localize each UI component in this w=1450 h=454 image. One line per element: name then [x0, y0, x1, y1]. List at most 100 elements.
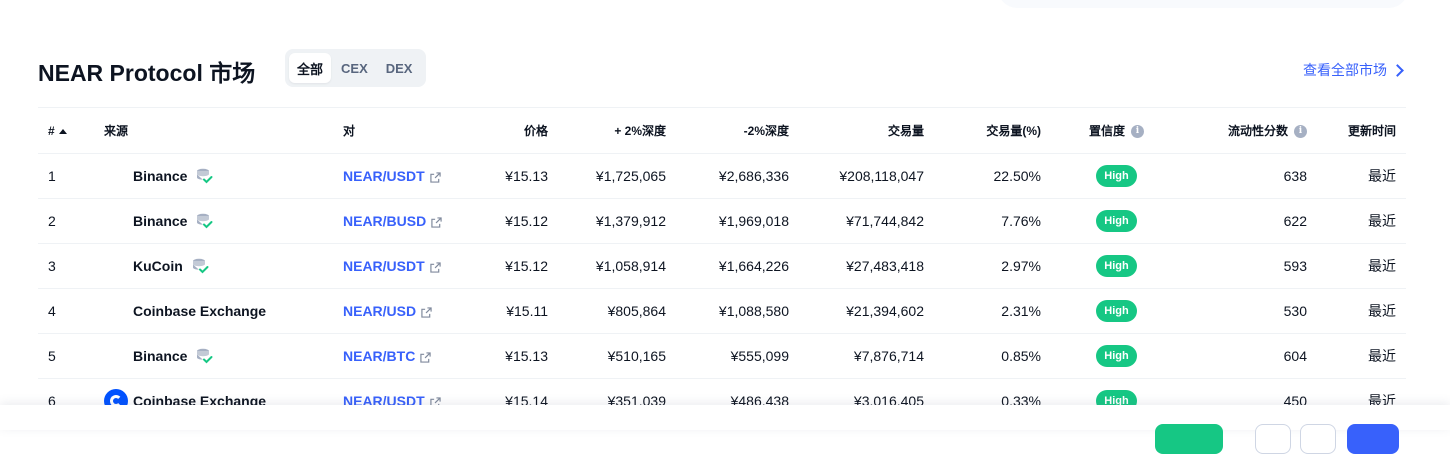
pair-link[interactable]: NEAR/BTC [343, 348, 415, 364]
tab-cex[interactable]: CEX [333, 53, 376, 83]
bottom-primary-button[interactable] [1347, 424, 1399, 454]
updated-cell: 最近 [1317, 198, 1406, 244]
source-cell[interactable]: Binance [94, 333, 333, 379]
price-cell: ¥15.13 [463, 333, 558, 379]
volume-cell: ¥27,483,418 [799, 243, 934, 289]
table-row[interactable]: 4 Coinbase Exchange NEAR/USD ¥15.11 ¥805,864… [38, 288, 1406, 334]
depth-minus-cell: ¥2,686,336 [676, 153, 799, 199]
col-volume-pct[interactable]: 交易量(%) [934, 107, 1051, 154]
volume-cell: ¥7,876,714 [799, 333, 934, 379]
table-row[interactable]: 3 KuCoin NEAR/USDT ¥15.12 ¥1,058,914 ¥1,664,2… [38, 243, 1406, 289]
liquidity-cell: 530 [1182, 288, 1317, 334]
rank-cell: 1 [38, 153, 94, 199]
pair-link[interactable]: NEAR/BUSD [343, 213, 426, 229]
pair-link[interactable]: NEAR/USDT [343, 258, 425, 274]
volume-pct-cell: 2.97% [934, 243, 1051, 289]
pair-cell[interactable]: NEAR/BUSD [333, 198, 463, 244]
source-cell[interactable]: Binance [94, 198, 333, 244]
page-button[interactable] [1300, 424, 1336, 454]
col-liquidity[interactable]: 流动性分数 i [1182, 107, 1317, 154]
info-icon[interactable]: i [1294, 125, 1307, 139]
table-row[interactable]: 2 Binance NEAR/BUSD ¥15.12 ¥1,379,912 ¥1,969,… [38, 198, 1406, 244]
col-confidence[interactable]: 置信度 i [1051, 107, 1182, 154]
volume-pct-cell: 22.50% [934, 153, 1051, 199]
view-all-label: 查看全部市场 [1303, 62, 1387, 78]
volume-pct-cell: 7.76% [934, 198, 1051, 244]
confidence-cell: High [1051, 288, 1182, 334]
pair-cell[interactable]: NEAR/BTC [333, 333, 463, 379]
table-row[interactable]: 5 Binance NEAR/BTC ¥15.13 ¥510,165 ¥555,099 ¥7… [38, 333, 1406, 379]
liquidity-cell: 593 [1182, 243, 1317, 289]
pair-cell[interactable]: NEAR/USDT [333, 153, 463, 199]
confidence-badge: High [1096, 345, 1137, 367]
depth-plus-cell: ¥510,165 [558, 333, 676, 379]
rank-cell: 4 [38, 288, 94, 334]
updated-cell: 最近 [1317, 333, 1406, 379]
depth-plus-cell: ¥1,379,912 [558, 198, 676, 244]
depth-plus-cell: ¥1,058,914 [558, 243, 676, 289]
confidence-cell: High [1051, 333, 1182, 379]
proof-of-reserves-icon [197, 213, 213, 229]
exchange-name[interactable]: Binance [133, 213, 187, 229]
market-type-tabs: 全部 CEX DEX [285, 49, 426, 87]
col-updated[interactable]: 更新时间 [1317, 107, 1406, 154]
depth-minus-cell: ¥555,099 [676, 333, 799, 379]
markets-header: NEAR Protocol 市场 全部 CEX DEX 查看全部市场 [38, 48, 1406, 88]
tab-all[interactable]: 全部 [289, 53, 332, 83]
confidence-badge: High [1096, 165, 1137, 187]
col-pair[interactable]: 对 [333, 107, 463, 154]
pair-cell[interactable]: NEAR/USD [333, 288, 463, 334]
confidence-cell: High [1051, 243, 1182, 289]
external-link-icon[interactable] [431, 217, 442, 228]
price-cell: ¥15.12 [463, 243, 558, 289]
search-bar-fragment[interactable] [998, 0, 1408, 8]
rank-cell: 2 [38, 198, 94, 244]
page-title: NEAR Protocol 市场 [38, 60, 256, 86]
col-rank[interactable]: # [38, 107, 94, 154]
price-cell: ¥15.11 [463, 288, 558, 334]
confidence-cell: High [1051, 153, 1182, 199]
markets-table: # 来源 对 价格 + 2%深度 -2%深度 交易量 交易量(%) 置信度 i 流… [38, 107, 1406, 424]
external-link-icon[interactable] [429, 172, 441, 183]
exchange-logo [104, 209, 128, 233]
col-price[interactable]: 价格 [463, 107, 558, 154]
pair-link[interactable]: NEAR/USDT [343, 168, 425, 184]
external-link-icon[interactable] [420, 352, 432, 363]
col-depth-minus[interactable]: -2%深度 [676, 107, 799, 154]
price-cell: ¥15.12 [463, 198, 558, 244]
liquidity-cell: 638 [1182, 153, 1317, 199]
pair-link[interactable]: NEAR/USD [343, 303, 416, 319]
exchange-logo [104, 164, 128, 188]
pair-cell[interactable]: NEAR/USDT [333, 243, 463, 289]
col-volume[interactable]: 交易量 [799, 107, 934, 154]
source-cell[interactable]: Coinbase Exchange [94, 288, 333, 334]
sort-ascending-icon [58, 128, 67, 134]
view-all-markets-link[interactable]: 查看全部市场 [1303, 60, 1404, 80]
col-depth-plus[interactable]: + 2%深度 [558, 107, 676, 154]
volume-pct-cell: 0.85% [934, 333, 1051, 379]
volume-cell: ¥71,744,842 [799, 198, 934, 244]
exchange-name[interactable]: Coinbase Exchange [133, 303, 266, 319]
tab-dex[interactable]: DEX [378, 53, 421, 83]
external-link-icon[interactable] [421, 307, 432, 318]
updated-cell: 最近 [1317, 288, 1406, 334]
updated-cell: 最近 [1317, 243, 1406, 289]
exchange-name[interactable]: Binance [133, 348, 187, 364]
liquidity-cell: 622 [1182, 198, 1317, 244]
volume-cell: ¥208,118,047 [799, 153, 934, 199]
table-row[interactable]: 1 Binance NEAR/USDT ¥15.13 ¥1,725,065 ¥2,686,… [38, 153, 1406, 199]
liquidity-cell: 604 [1182, 333, 1317, 379]
external-link-icon[interactable] [429, 262, 441, 273]
confidence-badge: High [1096, 210, 1137, 232]
bottom-action-button[interactable] [1155, 424, 1223, 454]
source-cell[interactable]: Binance [94, 153, 333, 199]
price-cell: ¥15.13 [463, 153, 558, 199]
source-cell[interactable]: KuCoin [94, 243, 333, 289]
info-icon[interactable]: i [1131, 125, 1144, 139]
page-button[interactable] [1255, 424, 1291, 454]
exchange-name[interactable]: Binance [133, 168, 187, 184]
exchange-name[interactable]: KuCoin [133, 258, 183, 274]
col-source[interactable]: 来源 [94, 107, 333, 154]
table-header-row: # 来源 对 价格 + 2%深度 -2%深度 交易量 交易量(%) 置信度 i 流… [38, 107, 1406, 154]
volume-pct-cell: 2.31% [934, 288, 1051, 334]
